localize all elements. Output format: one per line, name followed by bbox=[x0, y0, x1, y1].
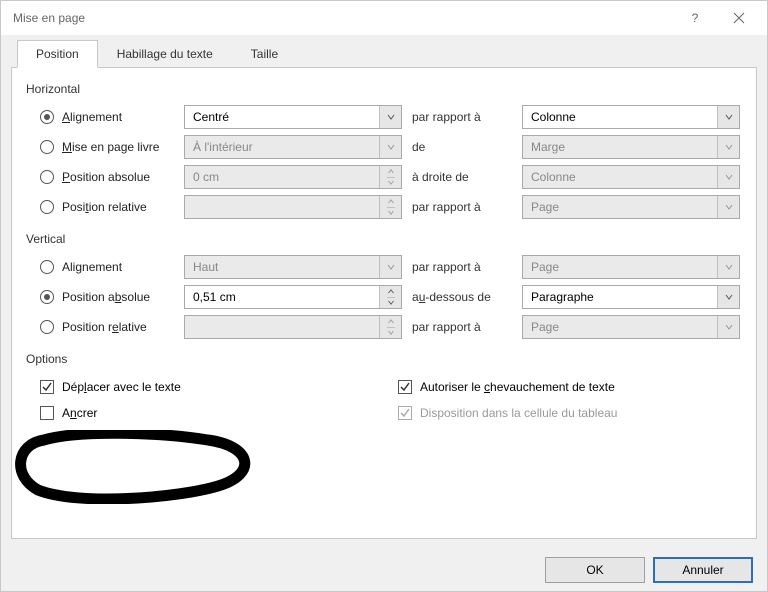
radio-h-posrel-label: Position relative bbox=[62, 200, 147, 214]
checkbox-chevauchement[interactable] bbox=[398, 380, 412, 394]
spinner-buttons[interactable] bbox=[379, 286, 401, 308]
close-icon bbox=[733, 12, 745, 24]
group-horizontal-label: Horizontal bbox=[26, 82, 742, 96]
checkbox-ancrer-label: Ancrer bbox=[62, 406, 97, 420]
h-alignement-rel-label: par rapport à bbox=[412, 110, 512, 124]
radio-v-alignement[interactable] bbox=[40, 260, 54, 274]
chevron-up-icon bbox=[387, 196, 395, 208]
layout-dialog: Mise en page ? Position Habillage du tex… bbox=[0, 0, 768, 592]
spinner-buttons bbox=[379, 316, 401, 338]
checkbox-chevauchement-label: Autoriser le chevauchement de texte bbox=[420, 380, 615, 394]
chevron-down-icon[interactable] bbox=[717, 106, 739, 128]
tabstrip: Position Habillage du texte Taille bbox=[17, 41, 757, 68]
chevron-down-icon[interactable] bbox=[717, 286, 739, 308]
checkbox-disposition-label: Disposition dans la cellule du tableau bbox=[420, 406, 617, 420]
chevron-up-icon bbox=[387, 166, 395, 178]
chevron-down-icon bbox=[379, 136, 401, 158]
combo-h-posrel-rel: Page bbox=[522, 195, 740, 219]
combo-v-posrel-rel: Page bbox=[522, 315, 740, 339]
dialog-buttons: OK Annuler bbox=[545, 557, 753, 583]
radio-v-posrel-label: Position relative bbox=[62, 320, 147, 334]
group-options-label: Options bbox=[26, 352, 742, 366]
v-posrel-rel-label: par rapport à bbox=[412, 320, 512, 334]
v-alignement-rel-label: par rapport à bbox=[412, 260, 512, 274]
chevron-down-icon bbox=[717, 256, 739, 278]
h-miseenpage-rel-label: de bbox=[412, 140, 512, 154]
radio-v-alignement-label: Alignement bbox=[62, 260, 122, 274]
chevron-down-icon bbox=[387, 178, 395, 189]
chevron-down-icon bbox=[717, 166, 739, 188]
combo-h-alignement[interactable]: Centré bbox=[184, 105, 402, 129]
window-title: Mise en page bbox=[13, 11, 673, 25]
help-button[interactable]: ? bbox=[673, 3, 717, 33]
combo-v-alignement: Haut bbox=[184, 255, 402, 279]
radio-h-posabs-label: Position absolue bbox=[62, 170, 150, 184]
checkbox-ancrer[interactable] bbox=[40, 406, 54, 420]
radio-h-alignement[interactable] bbox=[40, 110, 54, 124]
spinner-buttons bbox=[379, 196, 401, 218]
ok-button[interactable]: OK bbox=[545, 557, 645, 583]
radio-h-posrel[interactable] bbox=[40, 200, 54, 214]
chevron-down-icon[interactable] bbox=[387, 298, 395, 309]
checkbox-deplacer-label: Déplacer avec le texte bbox=[62, 380, 181, 394]
titlebar: Mise en page ? bbox=[1, 1, 767, 35]
combo-h-miseenpage-rel: Marge bbox=[522, 135, 740, 159]
radio-v-posrel[interactable] bbox=[40, 320, 54, 334]
tab-taille[interactable]: Taille bbox=[232, 40, 297, 68]
chevron-down-icon bbox=[379, 256, 401, 278]
v-posabs-rel-label: au-dessous de bbox=[412, 290, 512, 304]
spinner-v-posrel bbox=[184, 315, 402, 339]
chevron-up-icon[interactable] bbox=[387, 286, 395, 298]
h-posrel-rel-label: par rapport à bbox=[412, 200, 512, 214]
combo-h-alignement-rel[interactable]: Colonne bbox=[522, 105, 740, 129]
combo-h-posabs-rel: Colonne bbox=[522, 165, 740, 189]
chevron-down-icon bbox=[717, 316, 739, 338]
ink-annotation bbox=[8, 430, 268, 504]
h-posabs-rel-label: à droite de bbox=[412, 170, 512, 184]
chevron-down-icon bbox=[717, 136, 739, 158]
chevron-down-icon[interactable] bbox=[379, 106, 401, 128]
chevron-up-icon bbox=[387, 316, 395, 328]
radio-v-posabs[interactable] bbox=[40, 290, 54, 304]
radio-h-miseenpage-label: Mise en page livre bbox=[62, 140, 159, 154]
spinner-h-posabs: 0 cm bbox=[184, 165, 402, 189]
annuler-button[interactable]: Annuler bbox=[653, 557, 753, 583]
radio-v-posabs-label: Position absolue bbox=[62, 290, 150, 304]
tab-position[interactable]: Position bbox=[17, 40, 98, 68]
spinner-h-posrel bbox=[184, 195, 402, 219]
checkbox-deplacer[interactable] bbox=[40, 380, 54, 394]
radio-h-alignement-label: Alignement bbox=[62, 110, 122, 124]
group-vertical-label: Vertical bbox=[26, 232, 742, 246]
tab-page-position: Horizontal Alignement Centré par rapport… bbox=[11, 67, 757, 539]
tab-habillage[interactable]: Habillage du texte bbox=[98, 40, 232, 68]
combo-v-alignement-rel: Page bbox=[522, 255, 740, 279]
combo-v-posabs-rel[interactable]: Paragraphe bbox=[522, 285, 740, 309]
radio-h-miseenpage[interactable] bbox=[40, 140, 54, 154]
spinner-buttons bbox=[379, 166, 401, 188]
spinner-v-posabs[interactable]: 0,51 cm bbox=[184, 285, 402, 309]
chevron-down-icon bbox=[387, 328, 395, 339]
radio-h-posabs[interactable] bbox=[40, 170, 54, 184]
combo-h-miseenpage: À l'intérieur bbox=[184, 135, 402, 159]
checkbox-disposition bbox=[398, 406, 412, 420]
close-button[interactable] bbox=[717, 3, 761, 33]
chevron-down-icon bbox=[717, 196, 739, 218]
chevron-down-icon bbox=[387, 208, 395, 219]
